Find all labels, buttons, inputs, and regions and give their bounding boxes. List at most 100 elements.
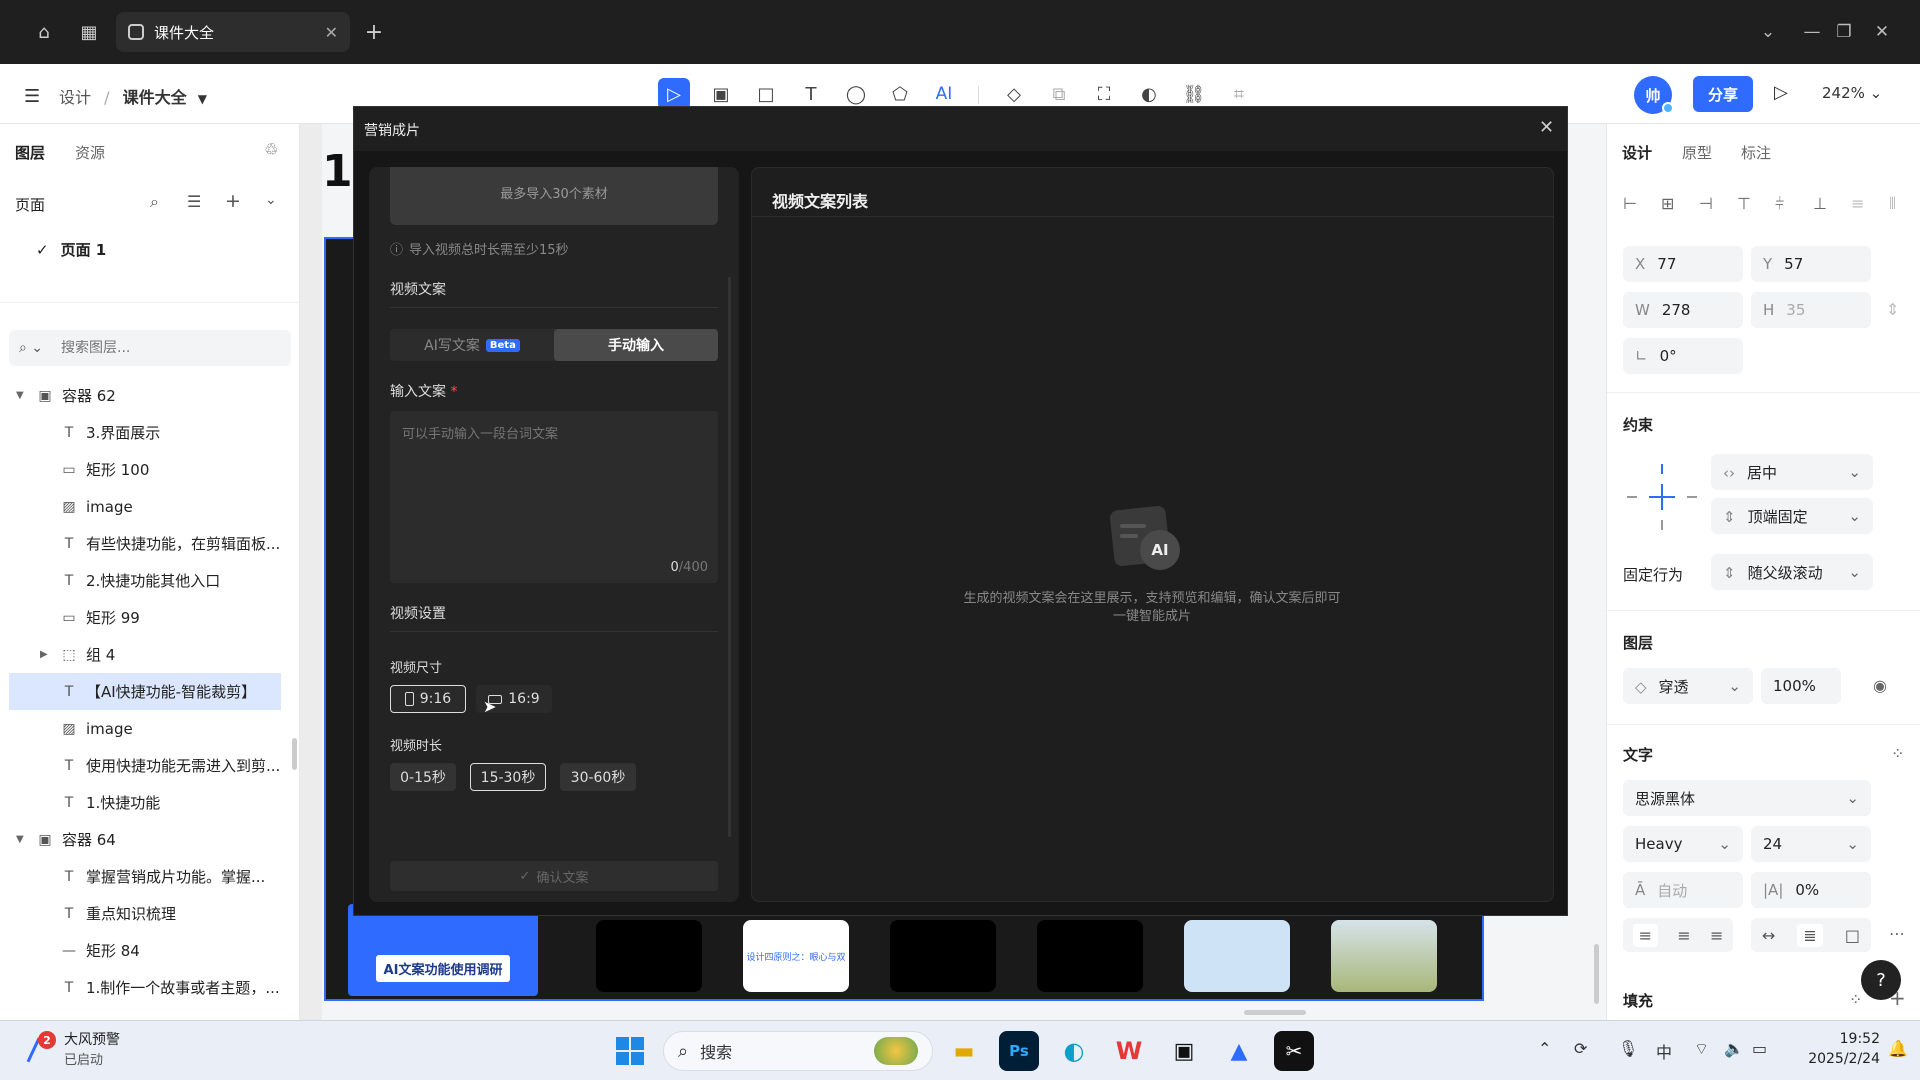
layer-row[interactable]: T 使用快捷功能无需进入到剪... <box>0 747 300 784</box>
horizontal-constraint-select[interactable]: ‹› 居中 ⌄ <box>1711 454 1873 490</box>
breadcrumb-root[interactable]: 设计 <box>59 88 91 107</box>
layer-list-scrollbar[interactable] <box>292 738 297 770</box>
opacity-field[interactable]: 100% <box>1761 668 1841 704</box>
layer-row[interactable]: — 矩形 84 <box>0 932 300 969</box>
ime-indicator[interactable]: 中 <box>1656 1039 1672 1063</box>
layer-row[interactable]: T 2.快捷功能其他入口 <box>0 562 300 599</box>
menu-icon[interactable]: ☰ <box>24 86 40 107</box>
search-icon[interactable]: ⌕ <box>150 192 159 212</box>
sync-icon[interactable]: ⟳ <box>1574 1039 1587 1058</box>
document-tab[interactable]: 课件大全 ✕ <box>116 12 350 52</box>
volume-icon[interactable]: 🔈 <box>1724 1039 1744 1058</box>
capcut-icon[interactable]: ✂ <box>1274 1031 1314 1071</box>
blend-mode-select[interactable]: ◇ 穿透 ⌄ <box>1623 668 1753 704</box>
auto-width-icon[interactable]: ↔ <box>1762 926 1775 945</box>
layer-row[interactable]: ▼ ▣ 容器 62 <box>0 377 300 414</box>
layer-row[interactable]: T 重点知识梳理 <box>0 895 300 932</box>
y-field[interactable]: Y 57 <box>1751 246 1871 282</box>
breadcrumb-file[interactable]: 课件大全 <box>123 88 187 107</box>
distribute-v-icon[interactable]: ≡ <box>1851 194 1864 213</box>
font-family-select[interactable]: 思源黑体 ⌄ <box>1623 780 1871 816</box>
align-bottom-icon[interactable]: ⊥ <box>1813 194 1827 213</box>
windows-start-icon[interactable] <box>610 1031 650 1071</box>
font-weight-select[interactable]: Heavy ⌄ <box>1623 826 1743 862</box>
align-left-icon[interactable]: ⊢ <box>1623 194 1637 213</box>
layer-row[interactable]: ▨ image <box>0 488 300 525</box>
distribute-h-icon[interactable]: ⦀ <box>1889 194 1896 214</box>
import-material-button[interactable]: 最多导入30个素材 <box>390 167 718 225</box>
layer-row[interactable]: ▭ 矩形 100 <box>0 451 300 488</box>
wifi-icon[interactable]: ⌔ <box>1694 1039 1709 1059</box>
height-field[interactable]: H 35 <box>1751 292 1871 328</box>
tab-manual-input[interactable]: 手动输入 <box>554 329 718 361</box>
layer-row[interactable]: ▭ 矩形 99 <box>0 599 300 636</box>
settings-scrollbar[interactable] <box>728 277 731 837</box>
weather-alert-icon[interactable]: 2 <box>26 1031 56 1065</box>
tab-layers[interactable]: 图层 <box>15 142 45 163</box>
text-style-icon[interactable]: ⁘ <box>1891 744 1904 763</box>
tab-annotate[interactable]: 标注 <box>1741 142 1771 163</box>
length-option-0-15[interactable]: 0-15秒 <box>390 763 456 791</box>
share-button[interactable]: 分享 <box>1693 76 1753 112</box>
align-text-left-icon[interactable]: ≡ <box>1632 923 1659 947</box>
chevron-down-icon[interactable]: ⌄ <box>1754 18 1782 46</box>
minimize-icon[interactable]: — <box>1798 18 1826 46</box>
font-size-select[interactable]: 24 ⌄ <box>1751 826 1871 862</box>
chevron-down-icon[interactable]: ▼ <box>198 92 207 106</box>
restore-icon[interactable]: ❐ <box>1830 18 1858 46</box>
layer-search-box[interactable]: ⌕ ⌄ <box>9 330 291 366</box>
size-option-9-16[interactable]: 9:16 <box>390 685 466 713</box>
copy-input[interactable] <box>402 423 702 543</box>
design-app-icon[interactable]: ▲ <box>1219 1031 1259 1071</box>
align-top-icon[interactable]: ⊤ <box>1737 194 1751 213</box>
lock-ratio-icon[interactable]: ⇕ <box>1886 300 1899 319</box>
close-dialog-icon[interactable]: ✕ <box>1539 117 1554 138</box>
layer-row[interactable]: T 【AI快捷功能-智能裁剪】 <box>9 673 281 710</box>
layer-row[interactable]: T 3.界面展示 <box>0 414 300 451</box>
notify-title[interactable]: 大风预警 <box>64 1029 120 1049</box>
eye-icon[interactable]: ◉ <box>1873 676 1887 695</box>
layer-search-input[interactable] <box>61 340 262 356</box>
caret-right-icon[interactable]: ▶ <box>40 649 54 660</box>
close-tab-icon[interactable]: ✕ <box>325 23 338 42</box>
apps-grid-icon[interactable]: ▦ <box>71 14 107 50</box>
taskbar-search[interactable]: ⌕ 搜索 <box>663 1031 933 1071</box>
photoshop-icon[interactable]: Ps <box>999 1031 1039 1071</box>
canvas-scrollbar[interactable] <box>1594 944 1599 1004</box>
align-text-center-icon[interactable]: ≡ <box>1677 926 1690 945</box>
page-item[interactable]: ✓ 页面 1 <box>36 239 106 260</box>
wps-icon[interactable]: W <box>1109 1031 1149 1071</box>
layer-row[interactable]: ▶ ⬚ 组 4 <box>0 636 300 673</box>
caret-down-icon[interactable]: ▼ <box>16 390 30 401</box>
width-field[interactable]: W 278 <box>1623 292 1743 328</box>
new-tab-icon[interactable]: + <box>356 14 392 50</box>
layer-row[interactable]: ▼ ▣ 容器 64 <box>0 821 300 858</box>
notification-bell-icon[interactable]: 🔔 <box>1888 1039 1908 1058</box>
home-icon[interactable]: ⌂ <box>26 14 62 50</box>
line-height-field[interactable]: Ā 自动 <box>1623 872 1743 908</box>
layer-row[interactable]: T 1.快捷功能 <box>0 784 300 821</box>
copy-textarea[interactable]: 0/400 <box>390 411 718 583</box>
rotation-field[interactable]: ∟ 0° <box>1623 338 1743 374</box>
close-window-icon[interactable]: ✕ <box>1868 18 1896 46</box>
fill-style-icon[interactable]: ⁘ <box>1849 990 1862 1009</box>
align-right-icon[interactable]: ⊣ <box>1699 194 1713 213</box>
confirm-copy-button[interactable]: ✓ 确认文案 <box>390 861 718 891</box>
vertical-constraint-select[interactable]: ⇕ 顶端固定 ⌄ <box>1711 498 1873 534</box>
layer-row[interactable]: T 1.制作一个故事或者主题，... <box>0 969 300 1006</box>
edge-browser-icon[interactable]: ◐ <box>1054 1031 1094 1071</box>
constraint-widget[interactable] <box>1623 458 1703 536</box>
length-option-15-30[interactable]: 15-30秒 <box>470 763 546 791</box>
auto-height-icon[interactable]: ≣ <box>1797 923 1823 947</box>
help-button[interactable]: ? <box>1861 960 1901 1000</box>
letter-spacing-field[interactable]: |A| 0% <box>1751 872 1871 908</box>
tab-design[interactable]: 设计 <box>1622 142 1652 163</box>
caret-down-icon[interactable]: ▼ <box>16 834 30 845</box>
align-center-h-icon[interactable]: ⊞ <box>1661 194 1674 213</box>
chevron-down-icon[interactable]: ⌄ <box>265 192 277 208</box>
canvas-scrollbar[interactable] <box>1244 1010 1306 1015</box>
sort-icon[interactable]: ☰ <box>187 192 201 211</box>
align-text-right-icon[interactable]: ≡ <box>1710 926 1723 945</box>
battery-icon[interactable]: ▭ <box>1752 1039 1767 1058</box>
align-middle-icon[interactable]: ⫩ <box>1775 194 1784 214</box>
